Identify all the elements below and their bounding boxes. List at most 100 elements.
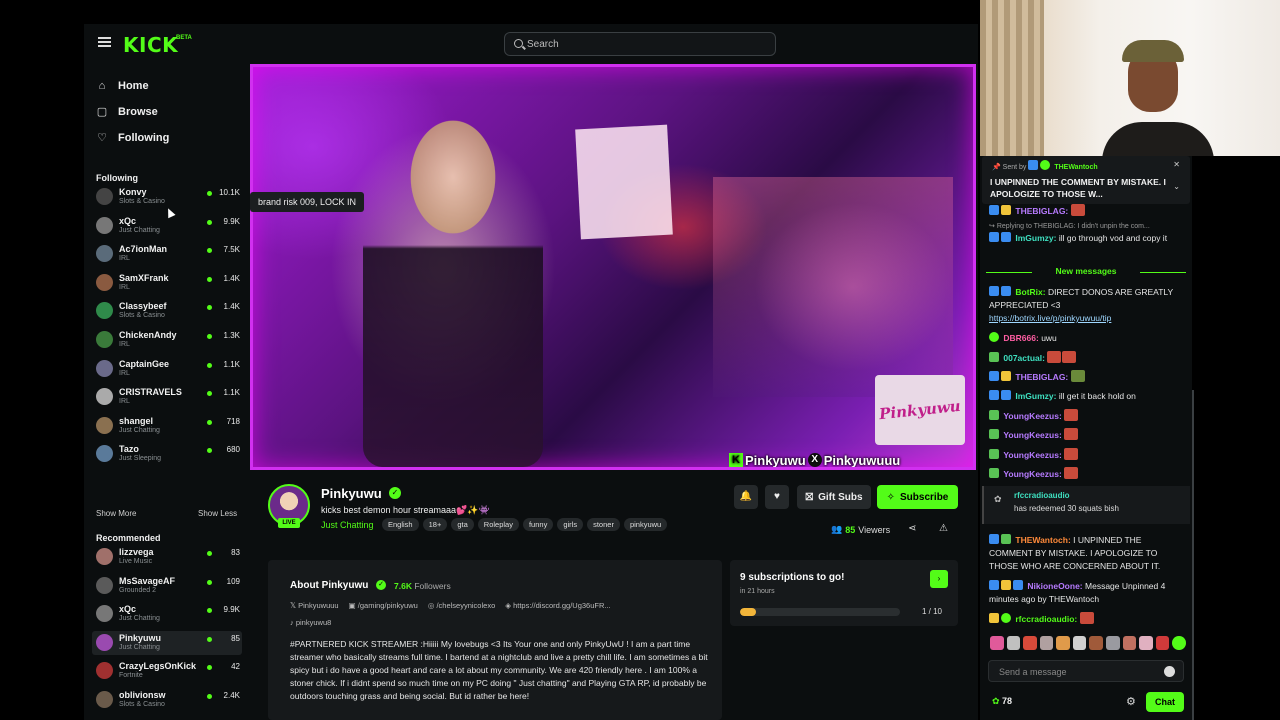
sidebar-channel[interactable]: 31nizmoJust Chatting13 — [92, 717, 242, 720]
follow-button[interactable]: ♥ — [765, 485, 789, 509]
emote-icon[interactable] — [1172, 636, 1186, 650]
gift-subs-button[interactable]: ⛝ Gift Subs — [797, 485, 871, 509]
show-more-link[interactable]: Show More — [96, 509, 136, 518]
channel-points[interactable]: ✿ 78 — [992, 696, 1012, 707]
stream-tag[interactable]: girls — [557, 518, 584, 531]
emote-icon[interactable] — [1072, 636, 1087, 650]
stream-tag[interactable]: Roleplay — [477, 518, 519, 531]
channel-viewers: 9.9K — [223, 605, 240, 615]
sidebar-channel[interactable]: Tazo Just Sleeping 680 — [92, 442, 242, 466]
chat-message: YoungKeezus: — [989, 409, 1185, 423]
sidebar-channel[interactable]: Ac7ionMan IRL 7.5K — [92, 242, 242, 266]
sidebar-channel[interactable]: CRISTRAVELS IRL 1.1K — [92, 385, 242, 409]
chat-username[interactable]: BotRix: — [1015, 287, 1045, 297]
sidebar-channel[interactable]: Pinkyuwu Just Chatting 85 — [92, 630, 242, 655]
pinned-message[interactable]: 📌 Sent by THEWantoch I UNPINNED THE COMM… — [982, 156, 1190, 204]
chat-username[interactable]: ImGumzy: — [1015, 233, 1056, 243]
chat-username[interactable]: ImGumzy: — [1015, 391, 1056, 401]
notification-bell-button[interactable]: 🔔 — [734, 485, 758, 509]
stream-tag[interactable]: gta — [451, 518, 474, 531]
emote-icon[interactable] — [1039, 636, 1054, 650]
star-icon: ✧ — [886, 491, 896, 503]
emote-icon[interactable] — [990, 636, 1004, 650]
social-discord-link[interactable]: ◈ https://discord.gg/Ug36uFR... — [505, 601, 610, 610]
show-less-link[interactable]: Show Less — [198, 509, 237, 518]
about-title: About Pinkyuwu — [290, 580, 369, 591]
about-bio: #PARTNERED KICK STREAMER :Hiiiii My love… — [290, 639, 708, 701]
nav-home-label: Home — [118, 80, 149, 92]
chat-username[interactable]: YoungKeezus: — [1003, 411, 1061, 421]
nav-following[interactable]: ♡ Following — [96, 128, 169, 148]
unpin-icon[interactable]: ✕ — [1173, 160, 1180, 169]
sidebar-channel[interactable]: Classybeef Slots & Casino 1.4K — [92, 299, 242, 323]
sidebar-channel[interactable]: CaptainGee IRL 1.1K — [92, 357, 242, 381]
emote-icon[interactable] — [1155, 636, 1170, 650]
social-facebook-link[interactable]: ▣ /gaming/pinkyuwu — [349, 601, 418, 610]
sidebar-channel[interactable]: ChickenAndy IRL 1.3K — [92, 328, 242, 352]
emote-icon[interactable] — [1139, 636, 1153, 650]
chat-link[interactable]: https://botrix.live/p/pinkyuwuu/tip — [989, 313, 1111, 323]
video-player[interactable]: Pinkyuwu K Pinkyuwu X Pinkyuwuuu — [250, 64, 976, 470]
chat-username[interactable]: YoungKeezus: — [1003, 450, 1061, 460]
share-icon[interactable]: ⋖ — [908, 523, 916, 534]
sidebar-channel[interactable]: Konvy Slots & Casino 10.1K — [92, 185, 242, 209]
redeem-username[interactable]: rfccradioaudio — [1014, 491, 1070, 500]
nav-following-label: Following — [118, 132, 170, 144]
gear-icon[interactable]: ⚙ — [1126, 695, 1136, 708]
streamer-name[interactable]: Pinkyuwu — [321, 486, 382, 501]
live-dot-icon — [207, 391, 212, 397]
chat-username[interactable]: 007actual: — [1003, 353, 1045, 363]
sidebar-channel[interactable]: xQc Just Chatting 9.9K — [92, 602, 242, 626]
chat-message-input[interactable] — [999, 665, 1159, 679]
goal-expand-button[interactable]: › — [930, 570, 948, 588]
menu-icon[interactable] — [98, 37, 111, 47]
social-tiktok-link[interactable]: ♪ pinkyuwu8 — [290, 618, 331, 627]
sidebar-channel[interactable]: shangel Just Chatting 718 — [92, 414, 242, 438]
stream-tag[interactable]: 18+ — [422, 518, 448, 531]
sidebar-channel[interactable]: SamXFrank IRL 1.4K — [92, 271, 242, 295]
emote-icon[interactable] — [1122, 636, 1137, 650]
sidebar-channel[interactable]: lizzvega Live Music 83 — [92, 545, 242, 569]
social-x-link[interactable]: 𝕏 Pinkyuwuuu — [290, 601, 339, 610]
emote-icon[interactable] — [1023, 636, 1037, 650]
chevron-down-icon[interactable]: ⌄ — [1173, 182, 1180, 191]
stream-category-link[interactable]: Just Chatting — [321, 520, 374, 530]
emote-icon[interactable] — [1106, 636, 1120, 650]
chat-username[interactable]: THEBIGLAG: — [1015, 372, 1068, 382]
chat-username[interactable]: THEWantoch: — [1015, 535, 1070, 545]
chat-username[interactable]: DBR666: — [1003, 333, 1038, 343]
nav-browse[interactable]: ▢ Browse — [96, 102, 158, 122]
chat-username[interactable]: YoungKeezus: — [1003, 469, 1061, 479]
chat-username[interactable]: NikioneOone: — [1027, 581, 1082, 591]
emote-icon[interactable] — [1056, 636, 1070, 650]
search-input[interactable] — [527, 36, 767, 52]
chat-username[interactable]: rfccradioaudio: — [1015, 614, 1077, 624]
chat-scrollbar[interactable] — [1192, 390, 1194, 720]
sidebar-channel[interactable]: MsSavageAF Grounded 2 109 — [92, 574, 242, 598]
social-handles-overlay: K Pinkyuwu X Pinkyuwuuu — [729, 451, 900, 467]
channel-name: CRISTRAVELS — [119, 387, 182, 398]
emoji-icon[interactable] — [1164, 666, 1175, 677]
chat-input-box[interactable] — [988, 660, 1184, 682]
stream-tag[interactable]: stoner — [587, 518, 620, 531]
sidebar-channel[interactable]: oblivionsw Slots & Casino 2.4K — [92, 688, 242, 712]
stream-tag[interactable]: funny — [522, 518, 554, 531]
webcam-curtain — [980, 0, 1044, 156]
kick-logo[interactable]: KICK — [123, 33, 178, 57]
report-icon[interactable]: ⚠ — [939, 523, 948, 534]
social-x-text: Pinkyuwuuu — [298, 601, 339, 610]
subscribe-button[interactable]: ✧ Subscribe — [877, 485, 958, 509]
stream-tag[interactable]: English — [382, 518, 419, 531]
discord-icon: ◈ — [505, 601, 514, 610]
chat-send-button[interactable]: Chat — [1146, 692, 1184, 712]
chat-username[interactable]: YoungKeezus: — [1003, 430, 1061, 440]
emote-icon[interactable] — [1089, 636, 1104, 650]
nav-home[interactable]: ⌂ Home — [96, 76, 149, 96]
emote-icon[interactable] — [1006, 636, 1021, 650]
stream-tag[interactable]: pinkyuwu — [623, 518, 668, 531]
search-box[interactable] — [504, 32, 776, 56]
chat-username[interactable]: THEBIGLAG: — [1015, 206, 1068, 216]
sidebar-channel[interactable]: CrazyLegsOnKick Fortnite 42 — [92, 659, 242, 683]
social-instagram-link[interactable]: ◎ /chelseyynicolexo — [428, 601, 495, 610]
plushie-shelf — [713, 177, 953, 397]
